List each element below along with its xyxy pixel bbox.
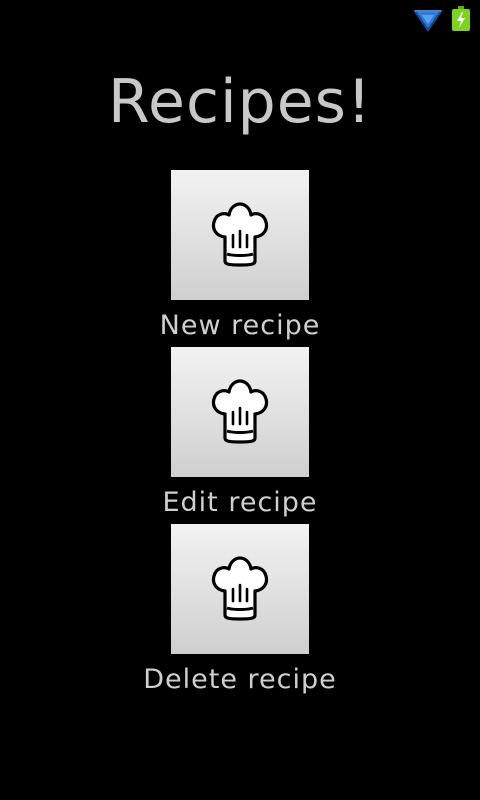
page-title: Recipes!	[108, 67, 372, 137]
chef-hat-icon	[211, 202, 269, 267]
new-recipe-tile[interactable]	[171, 170, 309, 300]
new-recipe-button[interactable]: New recipe	[0, 170, 480, 346]
status-bar	[0, 0, 480, 38]
chef-hat-icon	[211, 556, 269, 621]
delete-recipe-tile[interactable]	[171, 524, 309, 654]
delete-recipe-label[interactable]: Delete recipe	[0, 662, 480, 698]
edit-recipe-tile[interactable]	[171, 347, 309, 477]
chef-hat-icon	[211, 379, 269, 444]
wifi-icon	[413, 10, 443, 32]
edit-recipe-label[interactable]: Edit recipe	[0, 485, 480, 521]
edit-recipe-button[interactable]: Edit recipe	[0, 347, 480, 523]
delete-recipe-button[interactable]: Delete recipe	[0, 524, 480, 700]
battery-charging-icon	[452, 6, 470, 31]
new-recipe-label[interactable]: New recipe	[0, 308, 480, 344]
